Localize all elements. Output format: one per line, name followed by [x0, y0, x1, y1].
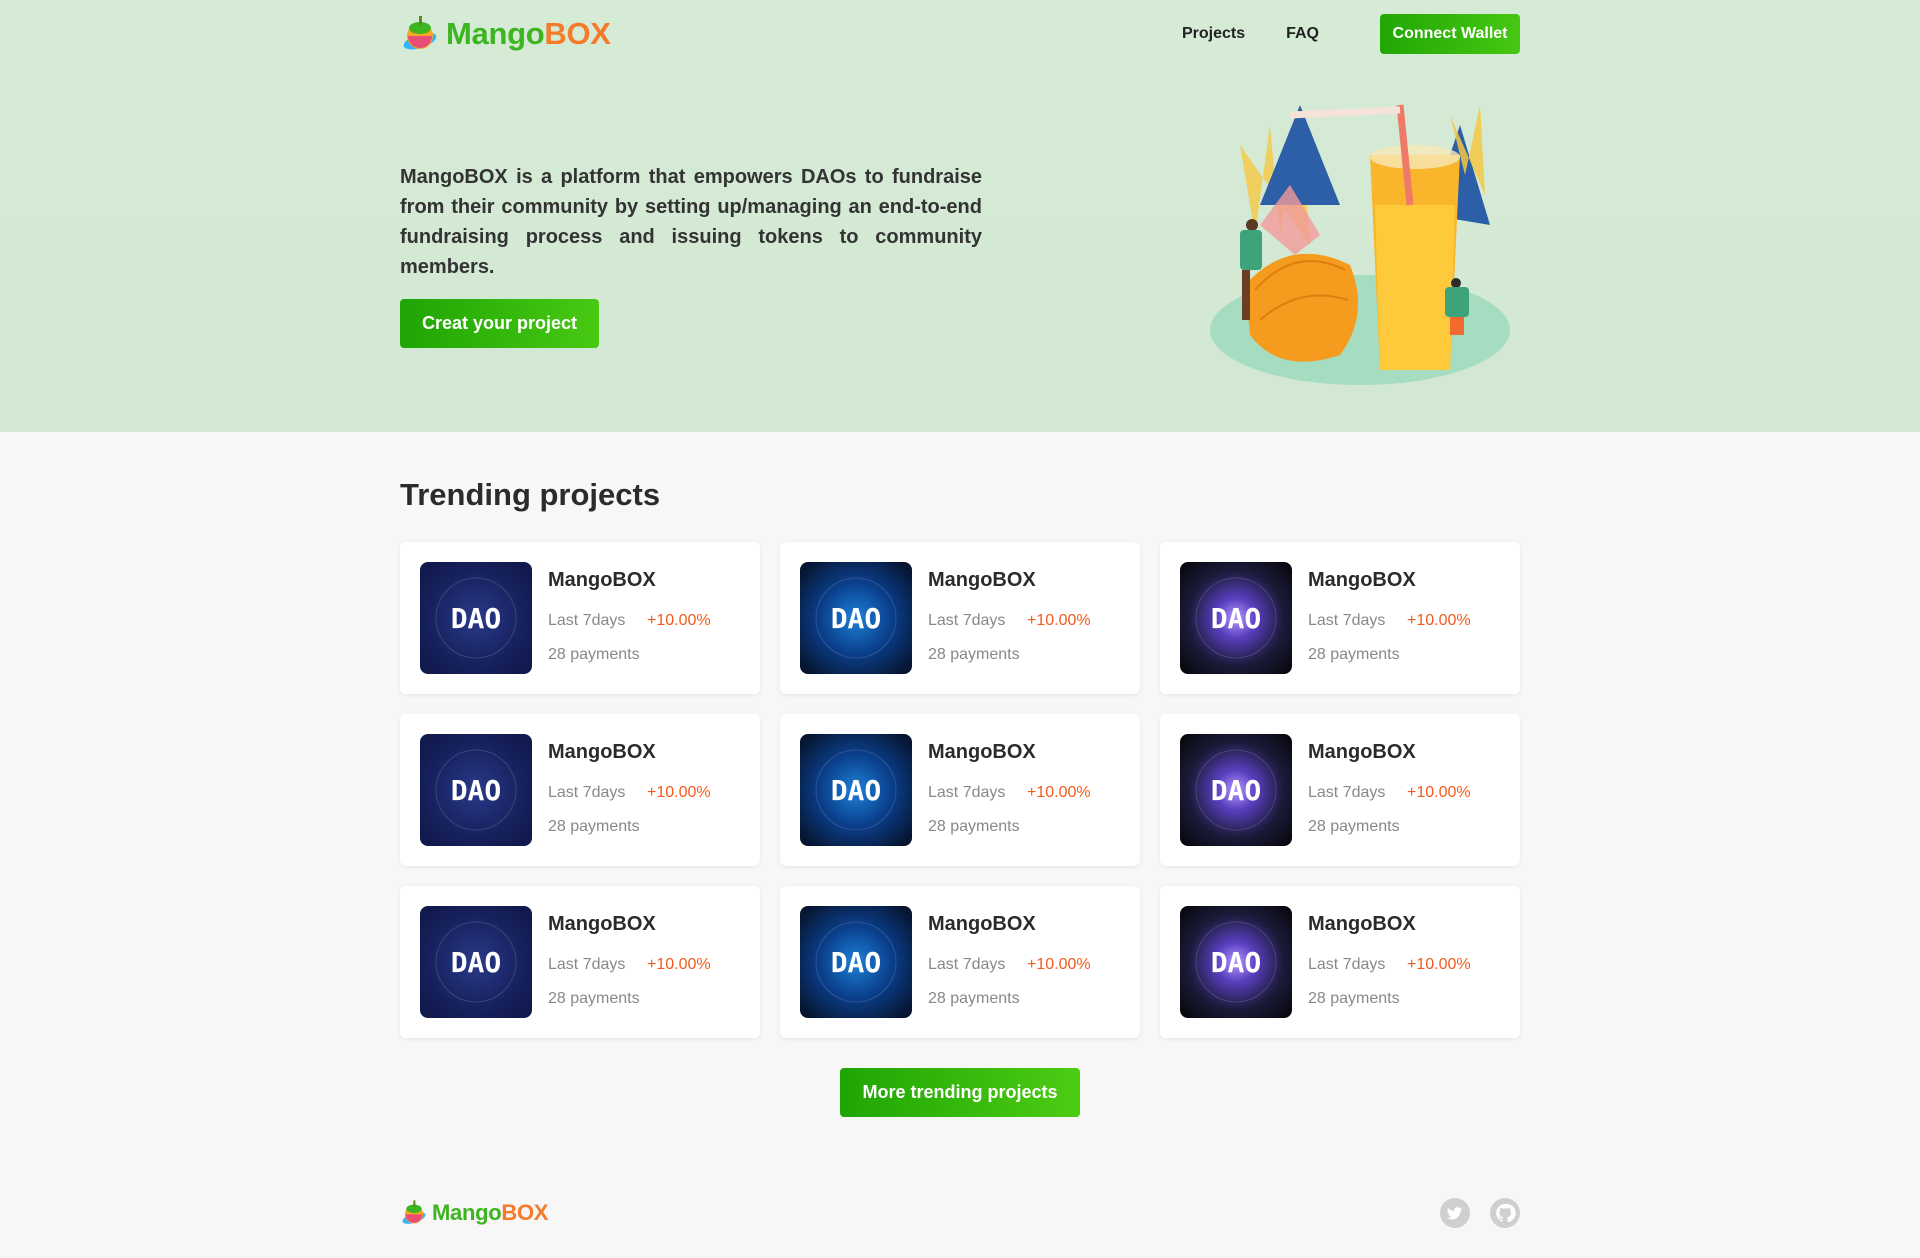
- footer-logo[interactable]: MangoBOX: [400, 1198, 548, 1228]
- project-card[interactable]: DAO MangoBOX Last 7days +10.00% 28 payme…: [1160, 714, 1520, 866]
- project-thumbnail-text: DAO: [1211, 946, 1262, 979]
- project-name: MangoBOX: [548, 569, 656, 591]
- project-change: +10.00%: [647, 956, 711, 973]
- project-thumbnail-text: DAO: [451, 946, 502, 979]
- footer-logo-text-mango: Mango: [432, 1200, 502, 1225]
- project-payments: 28 payments: [1308, 646, 1400, 663]
- site-header: MangoBOX Projects FAQ Connect Wallet: [400, 14, 1520, 54]
- project-thumbnail-text: DAO: [831, 946, 882, 979]
- project-period: Last 7days: [548, 956, 626, 973]
- project-change: +10.00%: [1407, 956, 1471, 973]
- hero-description: MangoBOX is a platform that empowers DAO…: [400, 166, 982, 278]
- project-payments: 28 payments: [548, 990, 640, 1007]
- project-payments: 28 payments: [548, 818, 640, 835]
- project-payments: 28 payments: [1308, 818, 1400, 835]
- project-name: MangoBOX: [1308, 569, 1416, 591]
- project-period: Last 7days: [548, 612, 626, 629]
- main-nav: Projects FAQ Connect Wallet: [1182, 14, 1520, 54]
- project-thumbnail-text: DAO: [451, 602, 502, 635]
- nav-faq[interactable]: FAQ: [1286, 25, 1319, 43]
- github-icon[interactable]: [1490, 1198, 1520, 1228]
- project-change: +10.00%: [1027, 784, 1091, 801]
- more-trending-button[interactable]: More trending projects: [840, 1068, 1080, 1117]
- connect-wallet-button[interactable]: Connect Wallet: [1380, 14, 1520, 54]
- project-thumbnail-text: DAO: [1211, 774, 1262, 807]
- project-change: +10.00%: [1027, 612, 1091, 629]
- project-payments: 28 payments: [548, 646, 640, 663]
- project-change: +10.00%: [647, 784, 711, 801]
- logo-text-mango: Mango: [446, 16, 545, 51]
- project-thumbnail-text: DAO: [831, 774, 882, 807]
- create-project-button[interactable]: Creat your project: [400, 299, 599, 348]
- project-period: Last 7days: [928, 612, 1006, 629]
- project-card[interactable]: DAO MangoBOX Last 7days +10.00% 28 payme…: [780, 542, 1140, 694]
- project-name: MangoBOX: [548, 913, 656, 935]
- project-thumbnail: DAO: [800, 734, 912, 846]
- project-thumbnail-text: DAO: [1211, 602, 1262, 635]
- project-card[interactable]: DAO MangoBOX Last 7days +10.00% 28 payme…: [400, 886, 760, 1038]
- mango-logo-icon: [400, 1199, 428, 1227]
- project-name: MangoBOX: [1308, 741, 1416, 763]
- project-card[interactable]: DAO MangoBOX Last 7days +10.00% 28 payme…: [1160, 542, 1520, 694]
- footer-logo-text-box: BOX: [501, 1200, 549, 1225]
- project-payments: 28 payments: [928, 990, 1020, 1007]
- project-thumbnail: DAO: [1180, 734, 1292, 846]
- trending-title: Trending projects: [400, 477, 661, 512]
- project-period: Last 7days: [928, 956, 1006, 973]
- project-card[interactable]: DAO MangoBOX Last 7days +10.00% 28 payme…: [780, 886, 1140, 1038]
- logo-text-box: BOX: [544, 16, 611, 51]
- mango-logo-icon: [400, 14, 440, 54]
- project-payments: 28 payments: [928, 646, 1020, 663]
- project-thumbnail: DAO: [420, 562, 532, 674]
- project-name: MangoBOX: [548, 741, 656, 763]
- project-change: +10.00%: [1407, 612, 1471, 629]
- project-payments: 28 payments: [928, 818, 1020, 835]
- project-card[interactable]: DAO MangoBOX Last 7days +10.00% 28 payme…: [400, 542, 760, 694]
- project-thumbnail: DAO: [1180, 906, 1292, 1018]
- project-thumbnail: DAO: [1180, 562, 1292, 674]
- project-change: +10.00%: [1027, 956, 1091, 973]
- project-name: MangoBOX: [928, 569, 1036, 591]
- project-thumbnail: DAO: [800, 906, 912, 1018]
- twitter-icon[interactable]: [1440, 1198, 1470, 1228]
- project-period: Last 7days: [1308, 956, 1386, 973]
- project-thumbnail: DAO: [420, 734, 532, 846]
- project-card[interactable]: DAO MangoBOX Last 7days +10.00% 28 payme…: [1160, 886, 1520, 1038]
- project-thumbnail-text: DAO: [831, 602, 882, 635]
- project-period: Last 7days: [548, 784, 626, 801]
- project-change: +10.00%: [1407, 784, 1471, 801]
- project-thumbnail-text: DAO: [451, 774, 502, 807]
- project-thumbnail: DAO: [420, 906, 532, 1018]
- project-card[interactable]: DAO MangoBOX Last 7days +10.00% 28 payme…: [780, 714, 1140, 866]
- site-logo[interactable]: MangoBOX: [400, 14, 611, 54]
- project-name: MangoBOX: [928, 913, 1036, 935]
- hero-illustration: [1200, 85, 1520, 395]
- nav-projects[interactable]: Projects: [1182, 25, 1245, 43]
- project-thumbnail: DAO: [800, 562, 912, 674]
- project-name: MangoBOX: [1308, 913, 1416, 935]
- trending-grid: DAO MangoBOX Last 7days +10.00% 28 payme…: [400, 542, 1520, 1038]
- hero-section: MangoBOX Projects FAQ Connect Wallet Man…: [0, 0, 1920, 432]
- project-card[interactable]: DAO MangoBOX Last 7days +10.00% 28 payme…: [400, 714, 760, 866]
- project-payments: 28 payments: [1308, 990, 1400, 1007]
- project-period: Last 7days: [1308, 612, 1386, 629]
- project-name: MangoBOX: [928, 741, 1036, 763]
- project-change: +10.00%: [647, 612, 711, 629]
- project-period: Last 7days: [1308, 784, 1386, 801]
- project-period: Last 7days: [928, 784, 1006, 801]
